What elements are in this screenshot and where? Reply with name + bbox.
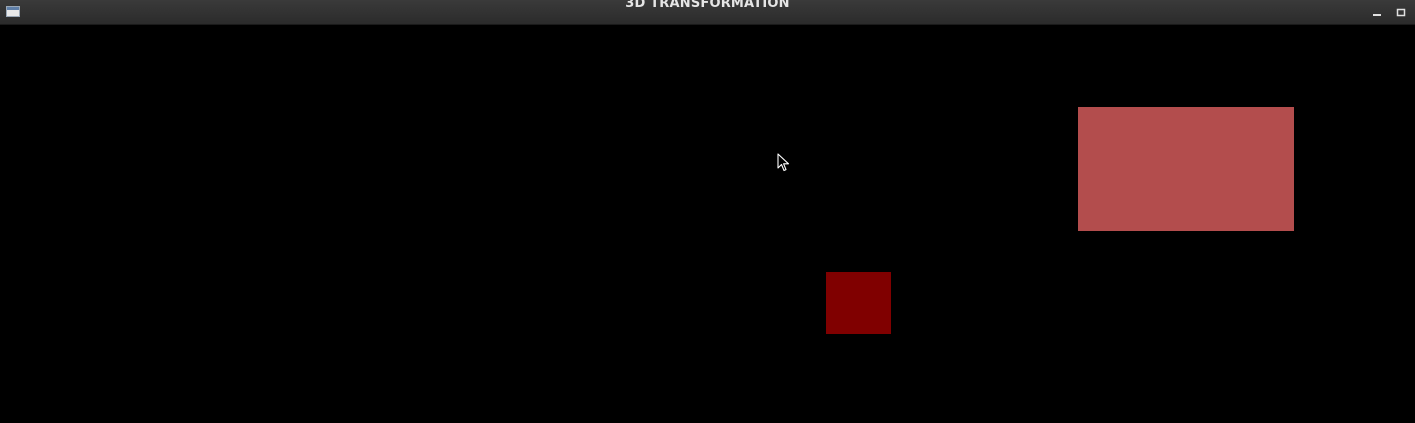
app-window: 3D TRANSFORMATION	[0, 0, 1415, 423]
minimize-button[interactable]	[1370, 5, 1384, 19]
maximize-icon	[1396, 8, 1406, 17]
minimize-icon	[1373, 14, 1381, 16]
drawing-canvas[interactable]	[0, 25, 1415, 423]
large-rectangle	[1078, 107, 1294, 231]
small-square	[826, 272, 891, 334]
title-bar[interactable]: 3D TRANSFORMATION	[0, 0, 1415, 25]
arrow-cursor-icon	[777, 153, 790, 172]
maximize-button[interactable]	[1394, 5, 1408, 19]
window-title: 3D TRANSFORMATION	[625, 0, 790, 11]
